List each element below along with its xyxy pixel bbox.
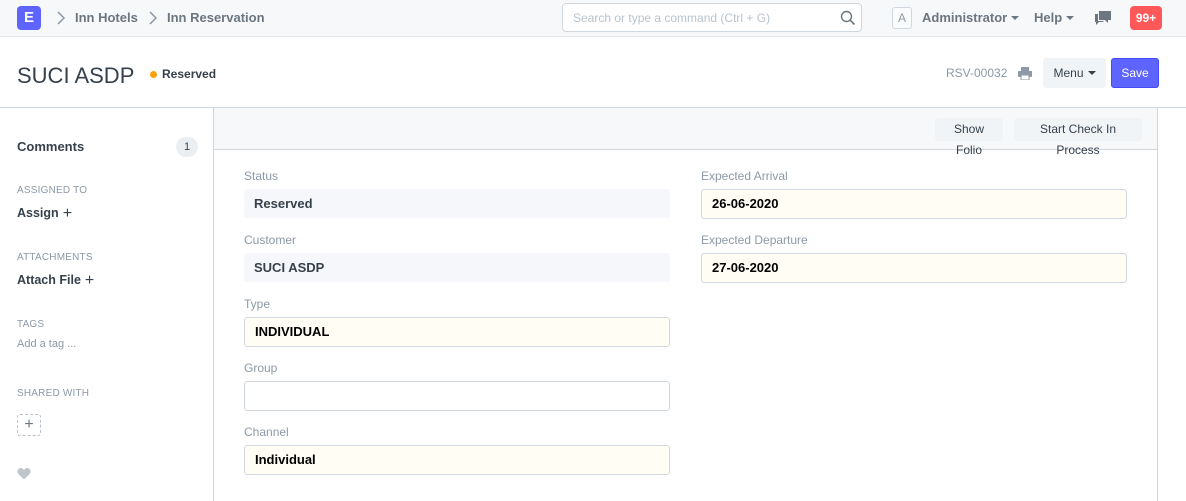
status-label: Reserved (162, 67, 217, 81)
status-field-label: Status (244, 169, 279, 183)
customer-field-label: Customer (244, 233, 297, 247)
add-tag-input[interactable]: Add a tag ... (17, 338, 76, 350)
assign-label: Assign (17, 206, 59, 220)
app-logo[interactable]: E (17, 6, 41, 30)
menu-button[interactable]: Menu (1043, 58, 1106, 88)
search-box (562, 3, 862, 32)
assigned-to-label: ASSIGNED TO (17, 185, 88, 196)
form-layout: Show Folio Start Check In Process Status… (213, 108, 1158, 501)
caret-down-icon (1066, 15, 1075, 20)
group-field[interactable] (244, 381, 670, 411)
type-field[interactable]: INDIVIDUAL (244, 317, 670, 347)
caret-down-icon (1011, 15, 1020, 20)
user-menu[interactable]: Administrator (922, 10, 1020, 25)
help-menu-label: Help (1034, 10, 1063, 25)
breadcrumb-inn-reservation[interactable]: Inn Reservation (167, 10, 265, 25)
status-indicator (150, 71, 157, 78)
document-id: RSV-00032 (946, 66, 1008, 80)
print-icon[interactable] (1018, 67, 1032, 80)
shared-with-label: SHARED WITH (17, 388, 90, 399)
start-check-in-button[interactable]: Start Check In Process (1014, 118, 1142, 157)
breadcrumb-inn-hotels[interactable]: Inn Hotels (75, 10, 138, 25)
channel-field-label: Channel (244, 425, 289, 439)
share-add-button[interactable]: + (17, 414, 41, 436)
group-field-label: Group (244, 361, 278, 375)
expected-departure-label: Expected Departure (701, 233, 808, 247)
heart-icon[interactable] (17, 467, 31, 480)
assign-button[interactable]: Assign + (17, 205, 72, 223)
plus-icon: + (62, 205, 73, 222)
chat-icon[interactable] (1094, 10, 1112, 26)
expected-arrival-label: Expected Arrival (701, 169, 788, 183)
page-head: SUCI ASDP Reserved RSV-00032 Menu Save (0, 38, 1186, 108)
save-button[interactable]: Save (1111, 58, 1159, 88)
customer-field: SUCI ASDP (244, 253, 670, 282)
notifications-badge[interactable]: 99+ (1130, 6, 1162, 30)
form-toolbar: Show Folio Start Check In Process (214, 108, 1157, 157)
chevron-right-icon (149, 11, 158, 25)
expected-departure-field[interactable]: 27-06-2020 (701, 253, 1127, 283)
attachments-label: ATTACHMENTS (17, 252, 93, 263)
search-icon[interactable] (840, 10, 856, 26)
plus-icon: + (84, 272, 95, 289)
status-field: Reserved (244, 189, 670, 218)
page-title: SUCI ASDP (17, 63, 135, 88)
attach-file-label: Attach File (17, 273, 81, 287)
comments-link[interactable]: Comments (17, 139, 84, 154)
expected-arrival-field[interactable]: 26-06-2020 (701, 189, 1127, 219)
form-sidebar: Comments 1 ASSIGNED TO Assign + ATTACHMEN… (0, 108, 213, 501)
user-menu-label: Administrator (922, 10, 1008, 25)
search-input[interactable] (563, 4, 823, 31)
caret-down-icon (1087, 70, 1096, 75)
menu-button-label: Menu (1053, 66, 1084, 80)
navbar: E Inn Hotels Inn Reservation A Administr… (0, 0, 1186, 37)
show-folio-button[interactable]: Show Folio (935, 118, 1003, 157)
avatar[interactable]: A (892, 7, 912, 29)
comments-count: 1 (176, 137, 198, 157)
chevron-right-icon (57, 11, 66, 25)
attach-file-button[interactable]: Attach File + (17, 272, 94, 290)
help-menu[interactable]: Help (1034, 10, 1075, 25)
type-field-label: Type (244, 297, 271, 311)
channel-field[interactable]: Individual (244, 445, 670, 475)
tags-label: TAGS (17, 319, 45, 330)
